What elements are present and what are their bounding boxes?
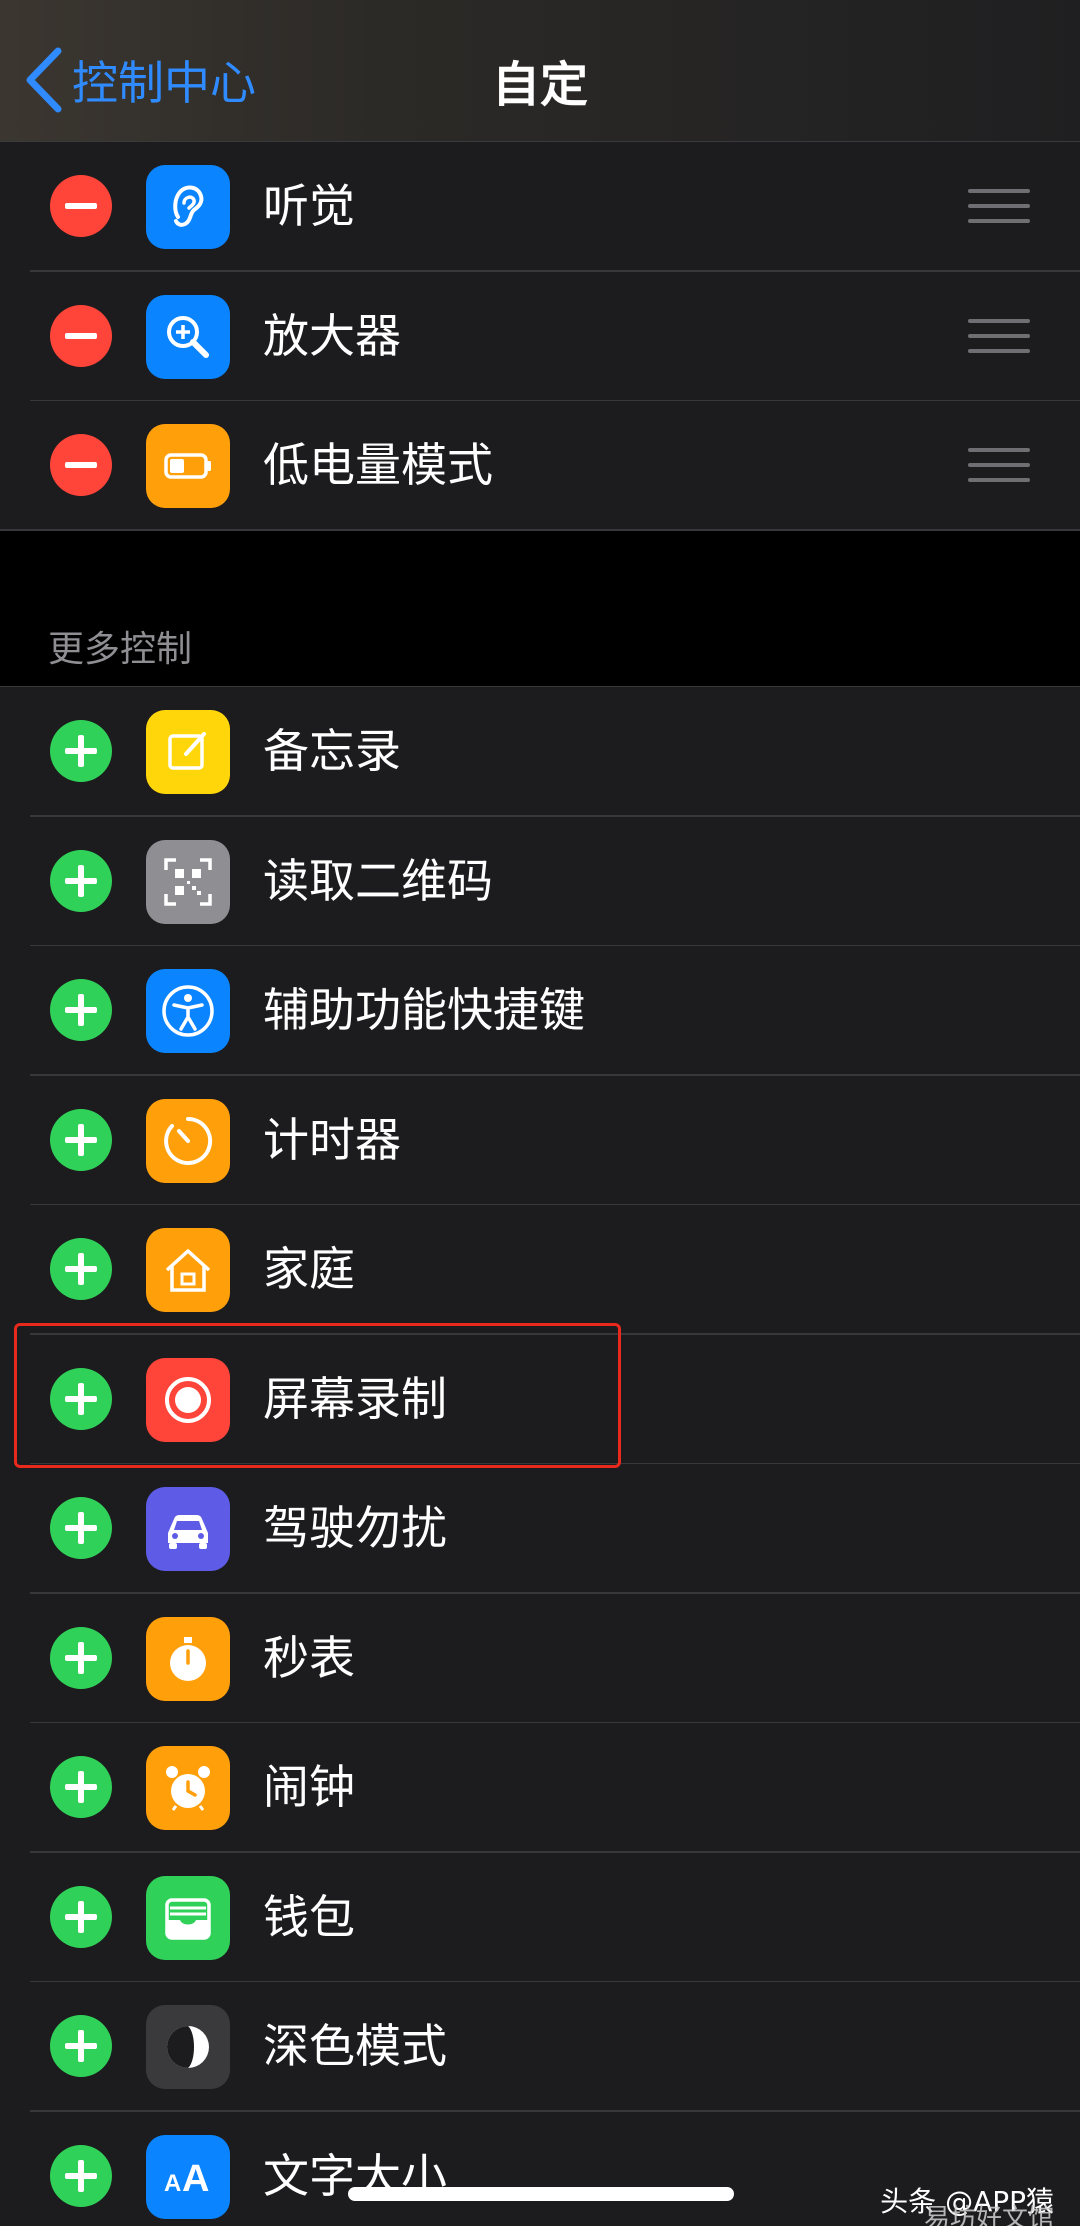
row-label: 辅助功能快捷键 bbox=[263, 983, 585, 1037]
text-size-icon: AA bbox=[146, 2134, 230, 2219]
navigation-bar: 控制中心 自定 bbox=[0, 0, 1080, 142]
add-button[interactable] bbox=[50, 979, 112, 1041]
row-label: 读取二维码 bbox=[263, 853, 493, 908]
add-button[interactable] bbox=[50, 2144, 112, 2207]
list-item: 计时器 bbox=[0, 1076, 1080, 1205]
dark-mode-icon bbox=[146, 2005, 230, 2089]
row-label: 家庭 bbox=[263, 1242, 355, 1296]
list-item: 驾驶勿扰 bbox=[0, 1464, 1080, 1594]
section-header-more-controls: 更多控制 bbox=[48, 629, 193, 670]
accessibility-icon bbox=[146, 969, 230, 1053]
row-label: 秒表 bbox=[263, 1630, 355, 1685]
list-item: 深色模式 bbox=[0, 1982, 1080, 2112]
watermark-secondary: 易坊好文馆 bbox=[923, 2204, 1054, 2226]
magnifier-icon bbox=[146, 294, 230, 379]
list-item: 低电量模式 bbox=[0, 401, 1080, 531]
row-label: 放大器 bbox=[263, 308, 401, 363]
home-icon bbox=[146, 1228, 230, 1312]
add-button[interactable] bbox=[50, 1756, 112, 1818]
included-controls-list: 听觉 放大器 低电量模式 bbox=[0, 142, 1080, 531]
timer-icon bbox=[146, 1098, 230, 1183]
alarm-icon bbox=[146, 1746, 230, 1830]
add-button[interactable] bbox=[50, 849, 112, 912]
svg-text:A: A bbox=[164, 2170, 181, 2197]
add-button[interactable] bbox=[50, 1238, 112, 1300]
row-label: 低电量模式 bbox=[263, 438, 493, 492]
list-item: 放大器 bbox=[0, 272, 1080, 401]
list-item: 备忘录 bbox=[0, 687, 1080, 817]
row-label: 计时器 bbox=[263, 1112, 401, 1167]
add-button[interactable] bbox=[50, 1497, 112, 1559]
car-icon bbox=[146, 1487, 230, 1571]
list-item: 闹钟 bbox=[0, 1723, 1080, 1853]
row-label: 闹钟 bbox=[263, 1760, 355, 1814]
row-label: 备忘录 bbox=[263, 724, 401, 778]
list-item: 读取二维码 bbox=[0, 817, 1080, 946]
row-label: 听觉 bbox=[263, 179, 355, 233]
list-item: 秒表 bbox=[0, 1594, 1080, 1723]
home-indicator[interactable] bbox=[348, 2187, 734, 2201]
row-label: 驾驶勿扰 bbox=[263, 1501, 447, 1555]
reorder-handle[interactable] bbox=[968, 318, 1030, 353]
row-label: 文字大小 bbox=[263, 2148, 447, 2203]
reorder-handle[interactable] bbox=[968, 448, 1030, 482]
add-button[interactable] bbox=[50, 1108, 112, 1171]
add-button[interactable] bbox=[50, 720, 112, 782]
reorder-handle[interactable] bbox=[968, 189, 1030, 223]
remove-button[interactable] bbox=[50, 304, 112, 367]
list-item: 钱包 bbox=[0, 1853, 1080, 1982]
remove-button[interactable] bbox=[50, 434, 112, 496]
list-item: 听觉 bbox=[0, 142, 1080, 272]
ear-icon bbox=[146, 165, 230, 249]
remove-button[interactable] bbox=[50, 175, 112, 237]
page-title: 自定 bbox=[491, 57, 588, 113]
notes-icon bbox=[146, 710, 230, 794]
list-item: 家庭 bbox=[0, 1205, 1080, 1335]
add-button[interactable] bbox=[50, 2015, 112, 2077]
svg-text:A: A bbox=[182, 2158, 209, 2200]
list-item: 辅助功能快捷键 bbox=[0, 946, 1080, 1076]
add-button[interactable] bbox=[50, 1626, 112, 1689]
qr-code-icon bbox=[146, 839, 230, 924]
row-label: 钱包 bbox=[263, 1889, 355, 1944]
wallet-icon bbox=[146, 1875, 230, 1960]
battery-icon bbox=[146, 424, 230, 508]
stopwatch-icon bbox=[146, 1616, 230, 1701]
row-label: 深色模式 bbox=[263, 2019, 447, 2073]
highlight-annotation bbox=[14, 1323, 621, 1468]
add-button[interactable] bbox=[50, 1885, 112, 1948]
